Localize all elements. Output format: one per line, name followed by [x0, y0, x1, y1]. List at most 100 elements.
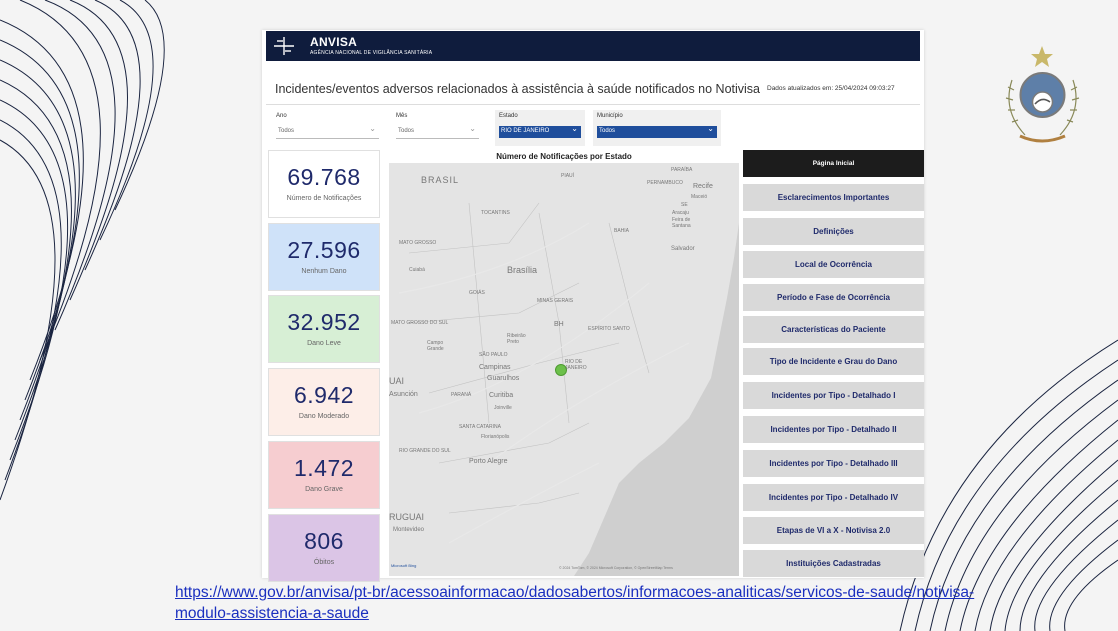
kpi-label: Nenhum Dano	[301, 268, 347, 275]
nav-detalhado-4[interactable]: Incidentes por Tipo - Detalhado IV	[743, 484, 924, 511]
bing-logo: Microsoft Bing	[391, 563, 417, 568]
ano-dropdown[interactable]: Todos ⌄	[276, 124, 379, 139]
map-label: BAHIA	[614, 228, 630, 234]
map-label: MATO GROSSO DO SUL	[391, 320, 449, 326]
map-label: Feira de Santana	[672, 217, 691, 229]
map-label: Asunción	[389, 391, 418, 398]
map-label: Ribeirão Preto	[507, 333, 526, 345]
dropdown-value: RIO DE JANEIRO	[501, 128, 550, 134]
map-label: Curitiba	[489, 392, 514, 399]
filter-ano[interactable]: Ano Todos ⌄	[272, 110, 385, 146]
filter-label: Estado	[499, 113, 518, 119]
report-title: Incidentes/eventos adversos relacionados…	[275, 82, 761, 96]
kpi-value: 69.768	[287, 164, 361, 190]
map-label: GOIÁS	[469, 290, 485, 296]
nav-instituicoes[interactable]: Instituições Cadastradas	[743, 550, 924, 577]
banner-subtitle: AGÊNCIA NACIONAL DE VIGILÂNCIA SANITÁRIA	[310, 50, 433, 56]
map-label: MATO GROSSO	[399, 240, 437, 246]
dropdown-value: Todos	[599, 128, 616, 134]
municipio-dropdown[interactable]: Todos ⌄	[597, 124, 717, 138]
divider	[266, 104, 920, 105]
chevron-down-icon: ⌄	[369, 124, 376, 133]
estado-dropdown[interactable]: RIO DE JANEIRO ⌄	[499, 124, 581, 138]
chevron-down-icon: ⌄	[469, 124, 476, 133]
map-label: Brasília	[507, 265, 538, 275]
nav-caracteristicas-paciente[interactable]: Características do Paciente	[743, 316, 924, 343]
filter-label: Ano	[276, 113, 287, 119]
kpi-label: Dano Grave	[305, 486, 343, 493]
map-label: ESPÍRITO SANTO	[588, 326, 630, 332]
nav-esclarecimentos[interactable]: Esclarecimentos Importantes	[743, 184, 924, 211]
left-decorative-arcs	[0, 0, 165, 501]
map-label: Campo Grande	[427, 340, 444, 352]
kpi-label: Número de Notificações	[286, 195, 362, 202]
map-label: Florianópolis	[481, 434, 510, 440]
filter-label: Mês	[396, 113, 408, 119]
banner-title: ANVISA	[310, 35, 358, 49]
kpi-label: Dano Leve	[307, 340, 341, 347]
map-label: PIAUÍ	[561, 173, 575, 179]
map-label: RIO GRANDE DO SUL	[399, 448, 451, 454]
filter-estado[interactable]: Estado RIO DE JANEIRO ⌄	[495, 110, 585, 146]
state-crest-logo	[1005, 46, 1080, 143]
map-label: Aracaju	[672, 210, 689, 216]
map-label: SÃO PAULO	[479, 352, 508, 358]
nav-detalhado-2[interactable]: Incidentes por Tipo - Detalhado II	[743, 416, 924, 443]
map-label: Joinville	[494, 405, 512, 411]
nav-periodo-fase[interactable]: Período e Fase de Ocorrência	[743, 284, 924, 311]
map-label: Campinas	[479, 364, 511, 371]
map-label: Salvador	[671, 246, 695, 252]
kpi-value: 27.596	[287, 237, 361, 263]
map-title: Número de Notificações por Estado	[389, 150, 739, 163]
map-label: RIO DE JANEIRO	[565, 359, 587, 371]
nav-detalhado-1[interactable]: Incidentes por Tipo - Detalhado I	[743, 382, 924, 409]
chevron-down-icon: ⌄	[707, 124, 714, 133]
kpi-total-notificacoes: 69.768 Número de Notificações	[268, 150, 380, 218]
map-label: Guarulhos	[487, 375, 520, 382]
kpi-obitos: 806 Óbitos	[268, 514, 380, 582]
kpi-nenhum-dano: 27.596 Nenhum Dano	[268, 223, 380, 291]
kpi-value: 6.942	[293, 382, 355, 408]
filter-municipio[interactable]: Município Todos ⌄	[593, 110, 721, 146]
filter-label: Município	[597, 113, 623, 119]
nav-local-ocorrencia[interactable]: Local de Ocorrência	[743, 251, 924, 278]
map-label: BRASIL	[421, 175, 460, 185]
map-label: PERNAMBUCO	[647, 180, 683, 186]
map-label: PARANÁ	[451, 392, 472, 398]
map-label: MINAS GERAIS	[537, 298, 574, 304]
map-label: Recife	[693, 183, 713, 190]
kpi-dano-moderado: 6.942 Dano Moderado	[268, 368, 380, 436]
map-label: Montevideo	[393, 527, 425, 533]
map-label: BH	[554, 321, 564, 328]
dropdown-value: Todos	[278, 128, 295, 134]
nav-pagina-inicial[interactable]: Página Inicial	[743, 150, 924, 177]
map-label: SANTA CATARINA	[459, 424, 501, 430]
nav-etapas[interactable]: Etapas de VI a X - Notivisa 2.0	[743, 517, 924, 544]
kpi-value: 1.472	[293, 455, 355, 481]
kpi-value: 806	[304, 528, 344, 554]
mes-dropdown[interactable]: Todos ⌄	[396, 124, 479, 139]
kpi-label: Dano Moderado	[298, 413, 350, 420]
map-attribution[interactable]: © 2024 TomTom, © 2024 Microsoft Corporat…	[559, 566, 673, 570]
nav-definicoes[interactable]: Definições	[743, 218, 924, 245]
dropdown-value: Todos	[398, 128, 415, 134]
map-label: TOCANTINS	[481, 210, 510, 216]
slide: ANVISA AGÊNCIA NACIONAL DE VIGILÂNCIA SA…	[0, 0, 1118, 631]
report-panel: ANVISA AGÊNCIA NACIONAL DE VIGILÂNCIA SA…	[262, 30, 924, 582]
map-label: SE	[681, 202, 688, 208]
anvisa-banner: ANVISA AGÊNCIA NACIONAL DE VIGILÂNCIA SA…	[266, 31, 920, 61]
map-label: RUGUAI	[389, 512, 425, 522]
last-updated: Dados atualizados em: 25/04/2024 09:03:2…	[767, 85, 895, 92]
map-label: UAI	[389, 376, 405, 386]
kpi-dano-leve: 32.952 Dano Leve	[268, 295, 380, 363]
source-link[interactable]: https://www.gov.br/anvisa/pt-br/acessoai…	[175, 582, 975, 624]
map-label: Maceió	[691, 194, 708, 200]
filter-mes[interactable]: Mês Todos ⌄	[392, 110, 482, 146]
map-visual[interactable]: Número de Notificações por Estado BRASIL…	[389, 150, 739, 576]
nav-detalhado-3[interactable]: Incidentes por Tipo - Detalhado III	[743, 450, 924, 477]
nav-tipo-incidente[interactable]: Tipo de Incidente e Grau do Dano	[743, 348, 924, 375]
map-label: Cuiabá	[409, 267, 425, 273]
anvisa-logo-icon	[274, 37, 294, 55]
map-label: Porto Alegre	[469, 458, 508, 465]
chevron-down-icon: ⌄	[571, 124, 578, 133]
